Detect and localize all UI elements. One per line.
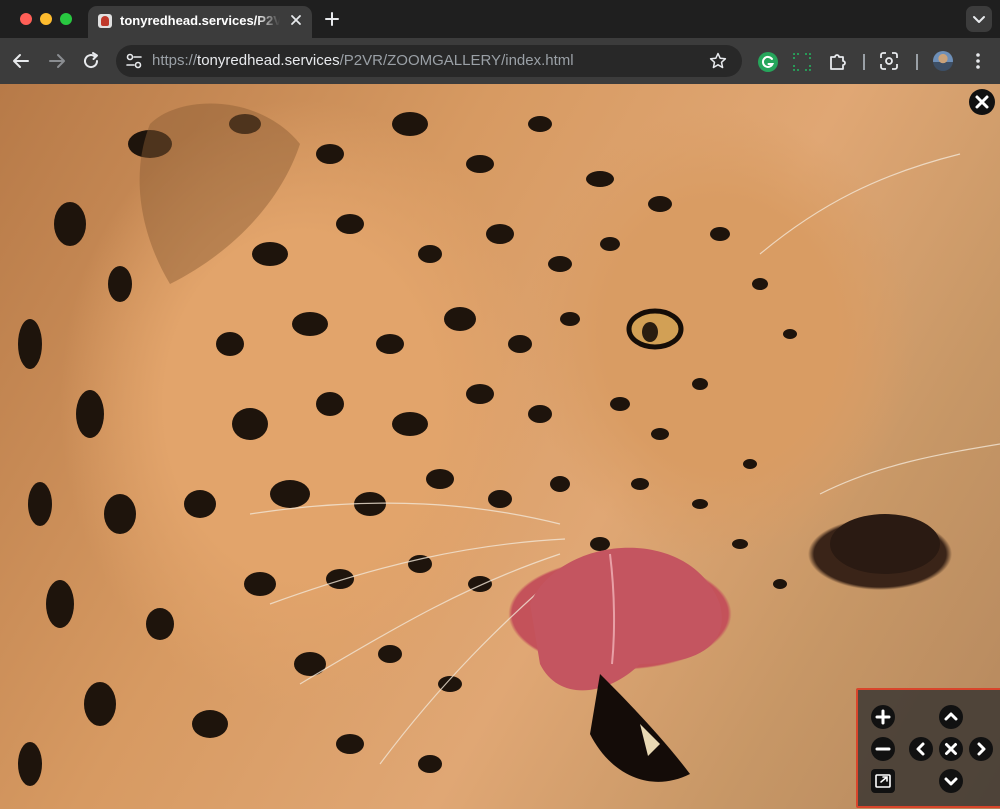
url-scheme: https:// (152, 52, 198, 69)
site-favicon-icon (98, 14, 112, 28)
new-tab-icon[interactable] (322, 9, 342, 29)
browser-toolbar: https://tonyredhead.services/P2VR/ZOOMGA… (0, 38, 1000, 84)
zoom-controls-panel (856, 688, 1000, 808)
reload-icon[interactable] (79, 49, 103, 73)
tab-title: tonyredhead.services/P2VR/ZOOMGALLERY/in… (120, 13, 280, 28)
close-icon[interactable] (288, 12, 304, 28)
zoom-out-icon[interactable] (870, 736, 896, 762)
site-info-icon[interactable] (122, 49, 146, 73)
menu-icon[interactable] (966, 49, 990, 73)
pan-left-icon[interactable] (908, 736, 934, 762)
zoom-viewer[interactable] (0, 84, 1000, 809)
extensions-icon[interactable] (826, 49, 850, 73)
forward-icon[interactable] (45, 49, 69, 73)
google-lens-icon[interactable] (877, 49, 901, 73)
url-path: /P2VR/ZOOMGALLERY/index.html (339, 52, 574, 69)
active-tab[interactable]: tonyredhead.services/P2VR/ZOOMGALLERY/in… (88, 6, 312, 38)
grammarly-icon[interactable] (756, 50, 780, 74)
profile-avatar[interactable] (933, 51, 953, 71)
window-maximize-button[interactable] (60, 13, 72, 25)
address-bar[interactable]: https://tonyredhead.services/P2VR/ZOOMGA… (116, 45, 742, 77)
pan-down-icon[interactable] (938, 768, 964, 794)
screen-capture-icon[interactable] (790, 50, 814, 74)
window-minimize-button[interactable] (40, 13, 52, 25)
zoom-in-icon[interactable] (870, 704, 896, 730)
url-text[interactable]: https://tonyredhead.services/P2VR/ZOOMGA… (152, 52, 574, 69)
pan-right-icon[interactable] (968, 736, 994, 762)
leopard-photo[interactable] (0, 84, 1000, 809)
toolbar-separator (916, 54, 918, 70)
tab-strip: tonyredhead.services/P2VR/ZOOMGALLERY/in… (0, 0, 1000, 38)
chevron-down-icon (973, 16, 985, 23)
tab-search-button[interactable] (966, 6, 992, 32)
reset-icon[interactable] (938, 736, 964, 762)
url-host: tonyredhead.services (197, 52, 340, 69)
back-icon[interactable] (9, 49, 33, 73)
fullscreen-icon[interactable] (870, 768, 896, 794)
pan-up-icon[interactable] (938, 704, 964, 730)
close-viewer-icon[interactable] (968, 88, 996, 116)
window-close-button[interactable] (20, 13, 32, 25)
bookmark-star-icon[interactable] (708, 51, 728, 71)
toolbar-separator (863, 54, 865, 70)
